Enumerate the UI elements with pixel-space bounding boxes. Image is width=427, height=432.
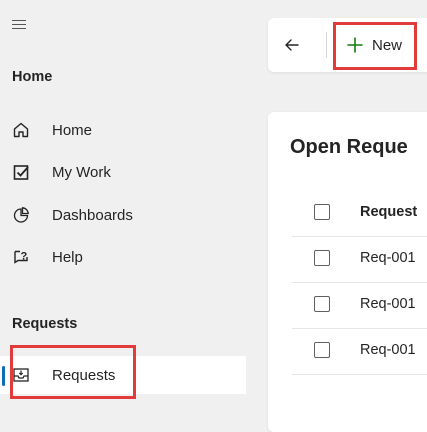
home-icon — [12, 121, 30, 139]
checkbox-icon — [12, 163, 30, 181]
plus-icon — [347, 37, 363, 53]
column-header-request[interactable]: Request — [360, 204, 417, 220]
new-button[interactable]: New — [346, 29, 402, 61]
requests-panel: Open Reque Request Req-001 Req-001 Req-0… — [268, 112, 427, 432]
command-bar: New — [268, 18, 427, 72]
sidebar-item-label: My Work — [52, 163, 111, 181]
row-checkbox[interactable] — [314, 342, 330, 358]
sidebar-item-label: Dashboards — [52, 206, 133, 224]
request-id[interactable]: Req-001 — [360, 250, 416, 266]
toolbar-divider — [326, 32, 327, 58]
hamburger-menu-icon[interactable] — [12, 20, 26, 29]
sidebar-item-label: Home — [52, 121, 93, 139]
table-row[interactable]: Req-001 — [292, 282, 427, 329]
sidebar-item-my-work[interactable]: My Work — [0, 153, 246, 191]
back-button[interactable] — [280, 33, 304, 57]
sidebar-item-label: Help — [52, 248, 83, 266]
new-button-label: New — [372, 36, 403, 54]
row-checkbox[interactable] — [314, 250, 330, 266]
table-header-row: Request — [292, 190, 427, 237]
sidebar-item-home[interactable]: Home — [0, 111, 246, 149]
sidebar-item-help[interactable]: ? Help — [0, 238, 246, 276]
section-label-requests: Requests — [12, 316, 78, 332]
page-title: Open Reque — [290, 136, 408, 158]
request-id[interactable]: Req-001 — [360, 342, 416, 358]
sidebar-item-requests[interactable]: Requests — [0, 356, 246, 394]
selection-indicator — [2, 366, 5, 386]
help-icon: ? — [12, 248, 30, 266]
inbox-icon — [12, 366, 30, 384]
arrow-left-icon — [285, 39, 299, 51]
select-all-checkbox[interactable] — [314, 204, 330, 220]
table-row[interactable]: Req-001 — [292, 328, 427, 375]
sidebar-item-label: Requests — [52, 366, 116, 384]
request-id[interactable]: Req-001 — [360, 296, 416, 312]
sidebar-item-dashboards[interactable]: Dashboards — [0, 196, 246, 234]
sidebar: Home Home My Work Dashboards ? Help Requ… — [0, 0, 246, 407]
row-checkbox[interactable] — [314, 296, 330, 312]
section-label-home: Home — [12, 69, 53, 85]
pie-chart-icon — [12, 206, 30, 224]
table-row[interactable]: Req-001 — [292, 236, 427, 283]
svg-text:?: ? — [21, 251, 28, 263]
